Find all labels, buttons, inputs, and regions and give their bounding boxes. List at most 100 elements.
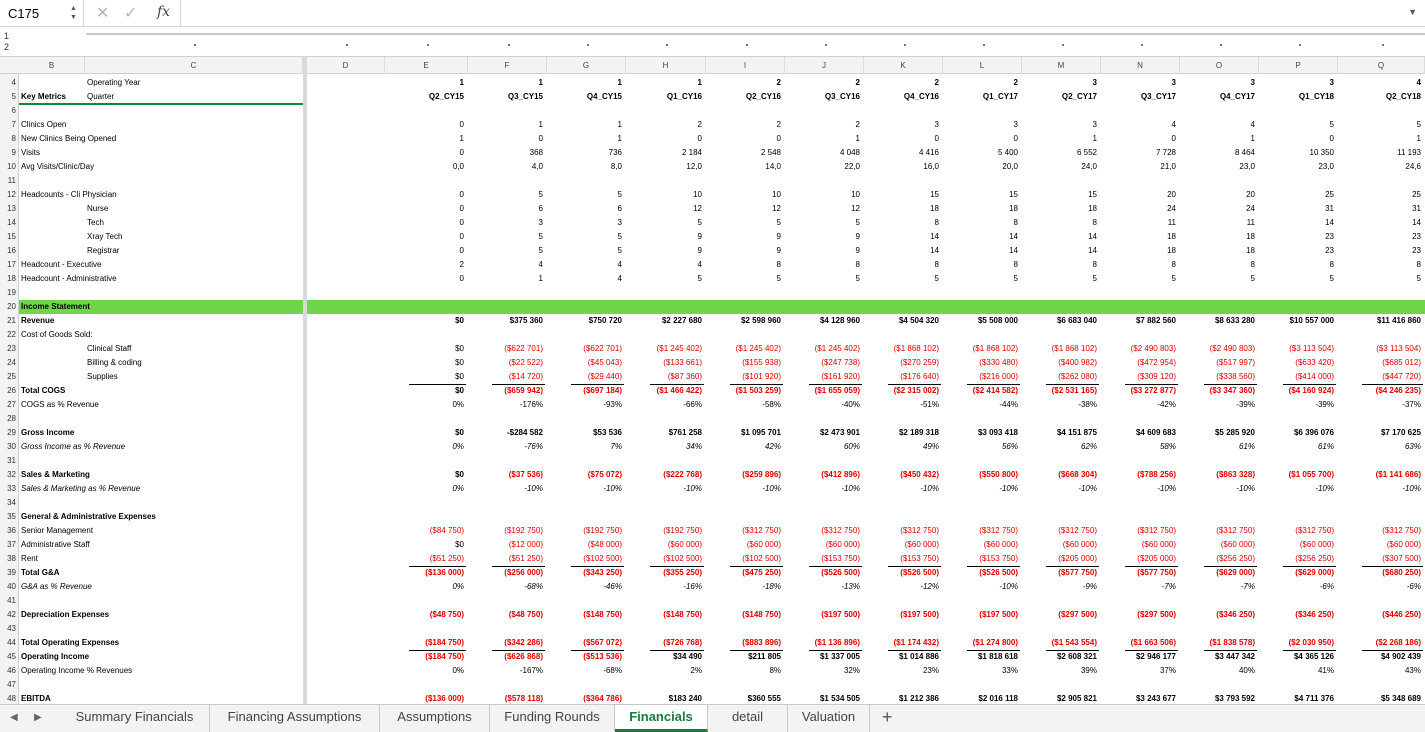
cell-q40[interactable]: -6% (1338, 580, 1425, 594)
cell-i16[interactable]: 9 (706, 244, 785, 258)
spreadsheet-grid[interactable]: 4 Operating Year 1 1 1 1 2 2 2 2 3 3 3 3 4 5 Key Metrics… (0, 74, 1425, 704)
cell-o17[interactable]: 8 (1180, 258, 1259, 272)
row-number[interactable]: 35 (0, 510, 18, 524)
cell-m45[interactable]: $2 608 321 (1022, 650, 1101, 664)
cell-h37[interactable]: ($60 000) (626, 538, 706, 552)
cell-h14[interactable]: 5 (626, 216, 706, 230)
cell-f27[interactable]: -176% (468, 398, 547, 412)
cell-p32[interactable]: ($1 055 700) (1259, 468, 1338, 482)
cell-h17[interactable]: 4 (626, 258, 706, 272)
cell-l16[interactable]: 14 (943, 244, 1022, 258)
cell-i40[interactable]: -18% (706, 580, 785, 594)
cell-f12[interactable]: 5 (468, 188, 547, 202)
add-sheet-button[interactable]: + (882, 707, 893, 728)
cell-n15[interactable]: 18 (1101, 230, 1180, 244)
cell-g33[interactable]: -10% (547, 482, 626, 496)
cell-j45[interactable]: $1 337 005 (785, 650, 864, 664)
cell-o14[interactable]: 11 (1180, 216, 1259, 230)
cell-j21[interactable]: $4 128 960 (785, 314, 864, 328)
cell-o45[interactable]: $3 447 342 (1180, 650, 1259, 664)
cell-i7[interactable]: 2 (706, 118, 785, 132)
cell-n40[interactable]: -7% (1101, 580, 1180, 594)
cell-j29[interactable]: $2 473 901 (785, 426, 864, 440)
cell-j33[interactable]: -10% (785, 482, 864, 496)
cell-n9[interactable]: 7 728 (1101, 146, 1180, 160)
cell-k40[interactable]: -12% (864, 580, 943, 594)
column-header-k[interactable]: K (864, 57, 943, 74)
cell-q9[interactable]: 11 193 (1338, 146, 1425, 160)
cell-q32[interactable]: ($1 141 686) (1338, 468, 1425, 482)
cell-q48[interactable]: $5 348 689 (1338, 692, 1425, 704)
cell-k37[interactable]: ($60 000) (864, 538, 943, 552)
cell-j17[interactable]: 8 (785, 258, 864, 272)
cell-n21[interactable]: $7 882 560 (1101, 314, 1180, 328)
cell-g24[interactable]: ($45 043) (547, 356, 626, 370)
row-number[interactable]: 19 (0, 286, 18, 300)
cell-h8[interactable]: 0 (626, 132, 706, 146)
cell-i30[interactable]: 42% (706, 440, 785, 454)
row-number[interactable]: 46 (0, 664, 18, 678)
cell-k32[interactable]: ($450 432) (864, 468, 943, 482)
cell-m29[interactable]: $4 151 875 (1022, 426, 1101, 440)
cell-k18[interactable]: 5 (864, 272, 943, 286)
cell-e24[interactable]: $0 (385, 356, 468, 370)
cell-l38[interactable]: ($153 750) (943, 552, 1022, 566)
cell-g25[interactable]: ($29 440) (547, 370, 626, 384)
cell-h32[interactable]: ($222 768) (626, 468, 706, 482)
cell-p46[interactable]: 41% (1259, 664, 1338, 678)
cell-m48[interactable]: $2 905 821 (1022, 692, 1101, 704)
cell-j44[interactable]: ($1 136 896) (785, 636, 864, 650)
cell-m46[interactable]: 39% (1022, 664, 1101, 678)
cell-n44[interactable]: ($1 663 506) (1101, 636, 1180, 650)
cell-e39[interactable]: ($136 000) (385, 566, 468, 580)
row-number[interactable]: 18 (0, 272, 18, 286)
cell-g38[interactable]: ($102 500) (547, 552, 626, 566)
row-label[interactable]: Senior Management (21, 524, 93, 538)
cell-q17[interactable]: 8 (1338, 258, 1425, 272)
cell-k29[interactable]: $2 189 318 (864, 426, 943, 440)
cell-l42[interactable]: ($197 500) (943, 608, 1022, 622)
cell-i24[interactable]: ($155 938) (706, 356, 785, 370)
cell-o9[interactable]: 8 464 (1180, 146, 1259, 160)
cell-l45[interactable]: $1 818 618 (943, 650, 1022, 664)
cell-e46[interactable]: 0% (385, 664, 468, 678)
cell-q8[interactable]: 1 (1338, 132, 1425, 146)
cell-i45[interactable]: $211 805 (706, 650, 785, 664)
cell-j40[interactable]: -13% (785, 580, 864, 594)
row-sublabel[interactable]: Quarter (87, 90, 114, 104)
cell-p23[interactable]: ($3 113 504) (1259, 342, 1338, 356)
cell-k14[interactable]: 8 (864, 216, 943, 230)
row-label[interactable]: Headcount - Executive (21, 258, 102, 272)
cell-e42[interactable]: ($48 750) (385, 608, 468, 622)
cell-f21[interactable]: $375 360 (468, 314, 547, 328)
cell-f42[interactable]: ($48 750) (468, 608, 547, 622)
cell-m8[interactable]: 1 (1022, 132, 1101, 146)
sheet-tab-financing-assumptions[interactable]: Financing Assumptions (210, 705, 380, 732)
cell-o21[interactable]: $8 633 280 (1180, 314, 1259, 328)
cell-q37[interactable]: ($60 000) (1338, 538, 1425, 552)
column-header-g[interactable]: G (547, 57, 626, 74)
cell-o46[interactable]: 40% (1180, 664, 1259, 678)
cell-q13[interactable]: 31 (1338, 202, 1425, 216)
row-label[interactable]: EBITDA (21, 692, 51, 704)
row-label[interactable]: Headcounts - Cli Physician (21, 188, 117, 202)
cell-e25[interactable]: $0 (385, 370, 468, 384)
cell-n48[interactable]: $3 243 677 (1101, 692, 1180, 704)
cell-e5[interactable]: Q2_CY15 (385, 90, 468, 104)
cell-g40[interactable]: -46% (547, 580, 626, 594)
row-label[interactable]: Clinics Open (21, 118, 66, 132)
cell-m42[interactable]: ($297 500) (1022, 608, 1101, 622)
cell-f13[interactable]: 6 (468, 202, 547, 216)
row-number[interactable]: 11 (0, 174, 18, 188)
cell-f7[interactable]: 1 (468, 118, 547, 132)
cell-q36[interactable]: ($312 750) (1338, 524, 1425, 538)
cell-m40[interactable]: -9% (1022, 580, 1101, 594)
cell-i26[interactable]: ($1 503 259) (706, 384, 785, 398)
cell-l5[interactable]: Q1_CY17 (943, 90, 1022, 104)
cell-i44[interactable]: ($883 896) (706, 636, 785, 650)
cell-n39[interactable]: ($577 750) (1101, 566, 1180, 580)
cell-f16[interactable]: 5 (468, 244, 547, 258)
cell-g42[interactable]: ($148 750) (547, 608, 626, 622)
outline-group-bar[interactable] (86, 33, 1425, 35)
row-sublabel[interactable]: Supplies (87, 370, 118, 384)
